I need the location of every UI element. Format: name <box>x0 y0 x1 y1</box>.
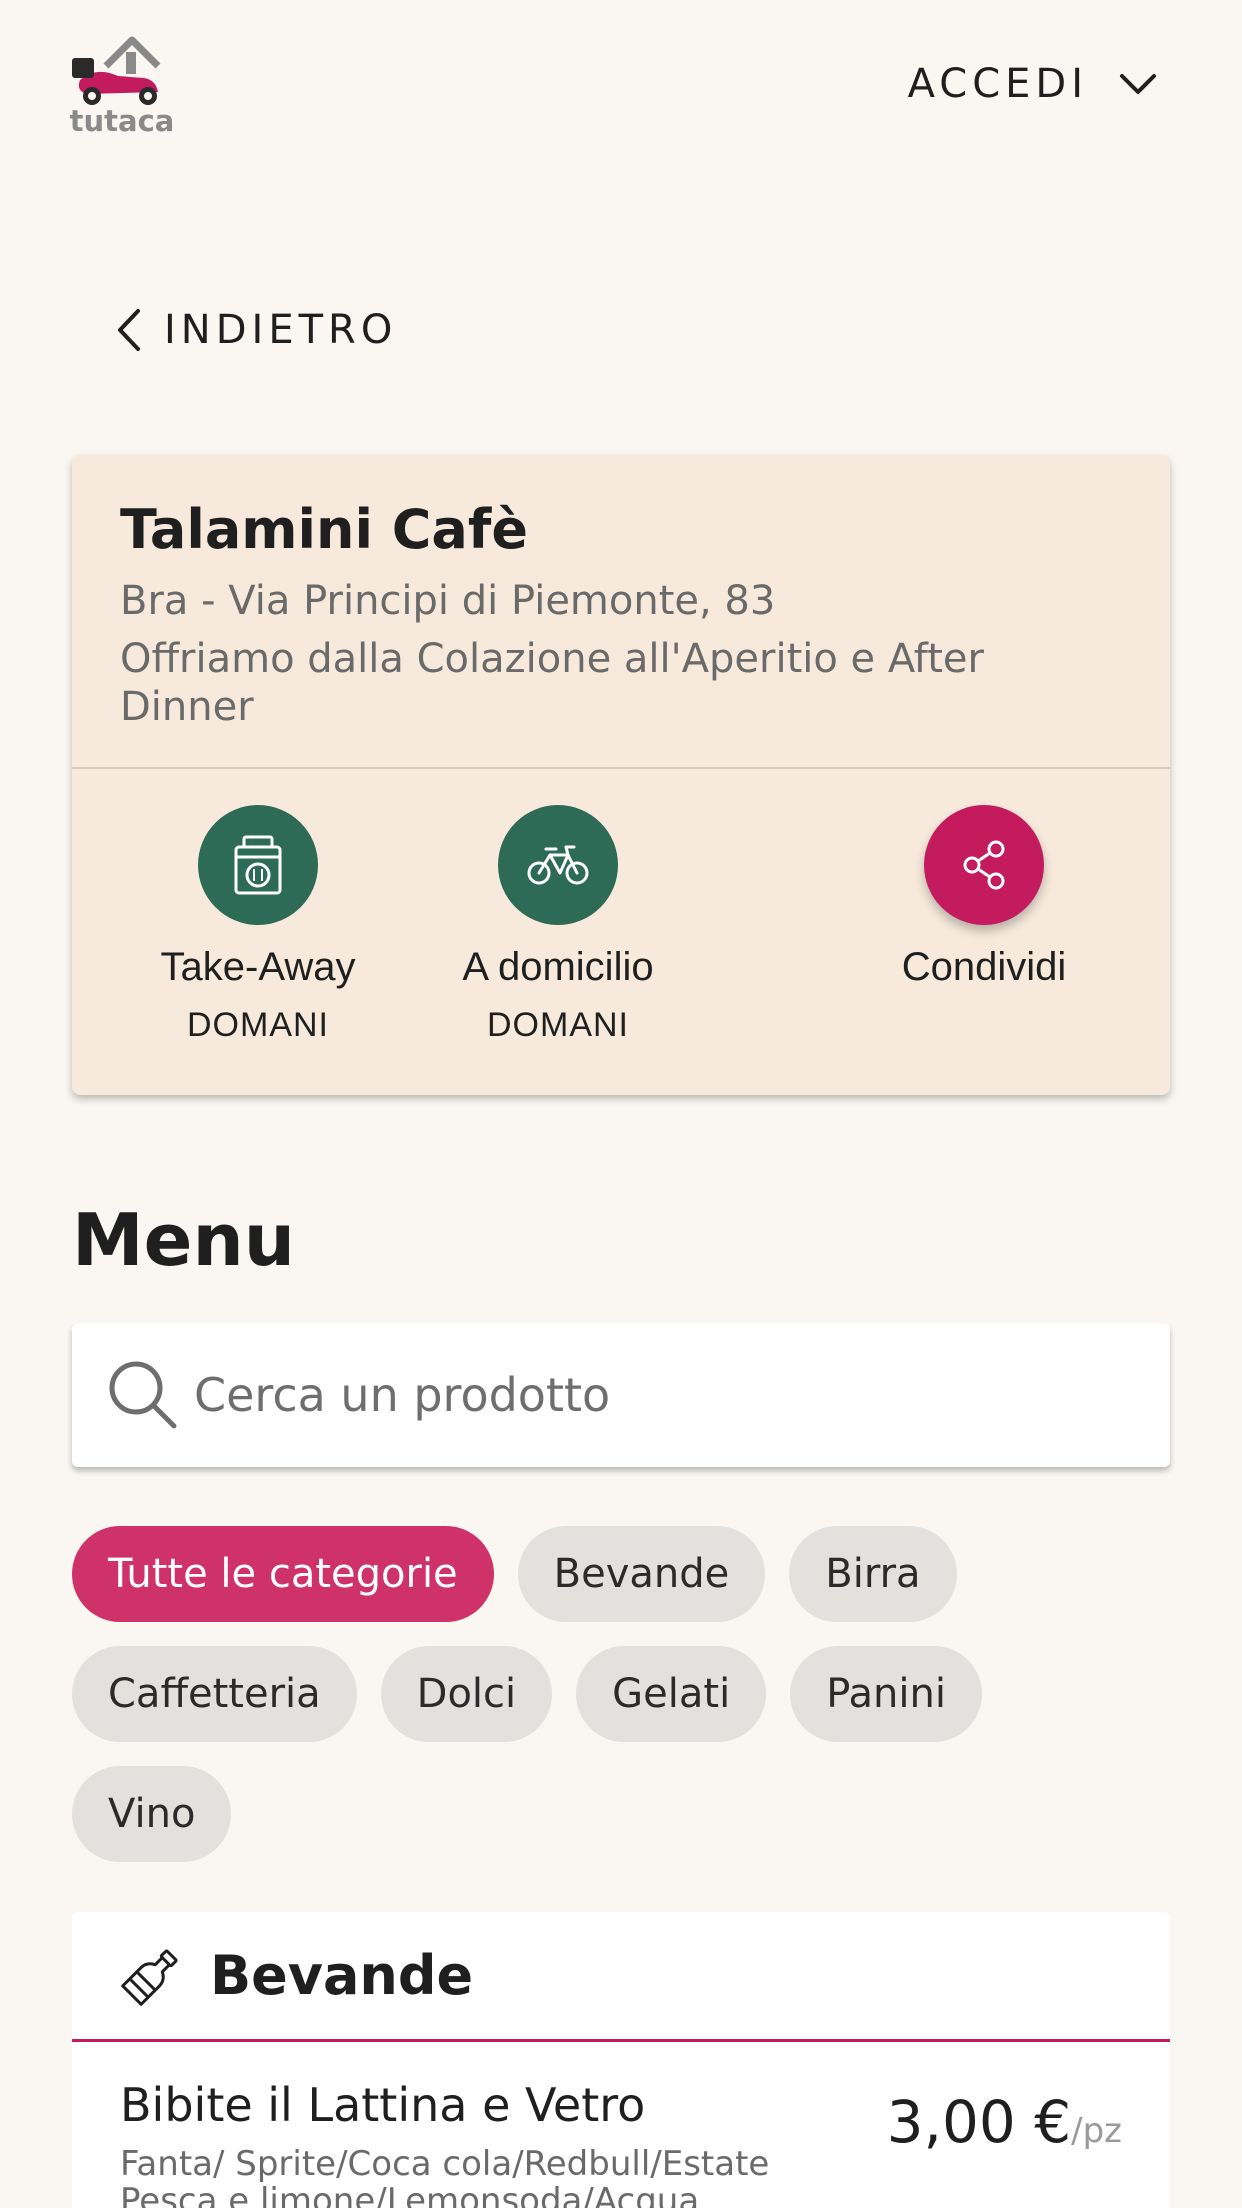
delivery-circle <box>498 805 618 925</box>
product-search[interactable] <box>72 1323 1170 1467</box>
shop-actions: Take-Away DOMANI A domicilio DOMANI Cond… <box>72 769 1170 1093</box>
category-chip-dolci[interactable]: Dolci <box>380 1646 553 1742</box>
product-description: Fanta/ Sprite/Coca cola/Redbull/Estate P… <box>120 2144 770 2208</box>
takeaway-day: DOMANI <box>187 1006 329 1044</box>
price-value: 3,00 € <box>886 2088 1072 2156</box>
category-chip-gelati[interactable]: Gelati <box>576 1646 767 1742</box>
scooter-house-logo-icon <box>72 36 161 105</box>
section-header: Bevande <box>72 1912 1170 2042</box>
category-filters: Tutte le categorie Bevande Birra Caffett… <box>72 1526 1170 1886</box>
delivery-day: DOMANI <box>487 1006 629 1044</box>
back-button[interactable]: INDIETRO <box>116 300 397 360</box>
share-label: Condividi <box>901 945 1067 989</box>
menu-section-bevande: Bevande Bibite il Lattina e Vetro Fanta/… <box>72 1912 1170 2208</box>
takeaway-label: Take-Away <box>160 945 356 989</box>
app-header: tutaca ACCEDI <box>0 0 1242 170</box>
chevron-left-icon <box>118 309 140 351</box>
shop-card: Talamini Cafè Bra - Via Principi di Piem… <box>72 455 1170 1095</box>
shop-address: Bra - Via Principi di Piemonte, 83 <box>120 578 776 625</box>
share-icon <box>963 840 1005 890</box>
category-chip-panini[interactable]: Panini <box>790 1646 982 1742</box>
takeaway-bag-icon <box>234 835 282 895</box>
delivery-label: A domicilio <box>462 945 654 989</box>
category-chip-all[interactable]: Tutte le categorie <box>72 1526 494 1622</box>
bottle-icon <box>121 1948 178 2006</box>
search-icon <box>109 1361 177 1429</box>
category-chip-birra[interactable]: Birra <box>789 1526 957 1622</box>
price-unit: /pz <box>1071 2111 1122 2151</box>
category-chip-caffetteria[interactable]: Caffetteria <box>72 1646 357 1742</box>
product-price: 3,00 € /pz <box>887 2088 1122 2156</box>
shop-description: Offriamo dalla Colazione all'Aperitio e … <box>120 636 984 731</box>
takeaway-option[interactable]: Take-Away DOMANI <box>128 805 388 1045</box>
login-dropdown[interactable]: ACCEDI <box>908 56 1158 112</box>
logo-text: tutaca <box>69 104 175 138</box>
product-item[interactable]: Bibite il Lattina e Vetro Fanta/ Sprite/… <box>72 2042 1170 2208</box>
share-circle <box>924 805 1044 925</box>
chevron-down-icon <box>1120 74 1156 94</box>
search-input[interactable] <box>194 1368 1094 1422</box>
back-label: INDIETRO <box>164 307 398 353</box>
menu-title: Menu <box>72 1198 295 1282</box>
share-button[interactable]: Condividi <box>854 805 1114 990</box>
tutaca-logo[interactable]: tutaca <box>66 36 178 140</box>
delivery-option[interactable]: A domicilio DOMANI <box>428 805 688 1045</box>
shop-name: Talamini Cafè <box>120 498 528 561</box>
category-chip-bevande[interactable]: Bevande <box>517 1526 766 1622</box>
shop-info: Talamini Cafè Bra - Via Principi di Piem… <box>72 455 1170 769</box>
category-chip-vino[interactable]: Vino <box>72 1766 232 1862</box>
bicycle-icon <box>527 845 589 885</box>
section-title: Bevande <box>210 1944 474 2007</box>
login-label: ACCEDI <box>907 61 1088 107</box>
takeaway-circle <box>198 805 318 925</box>
